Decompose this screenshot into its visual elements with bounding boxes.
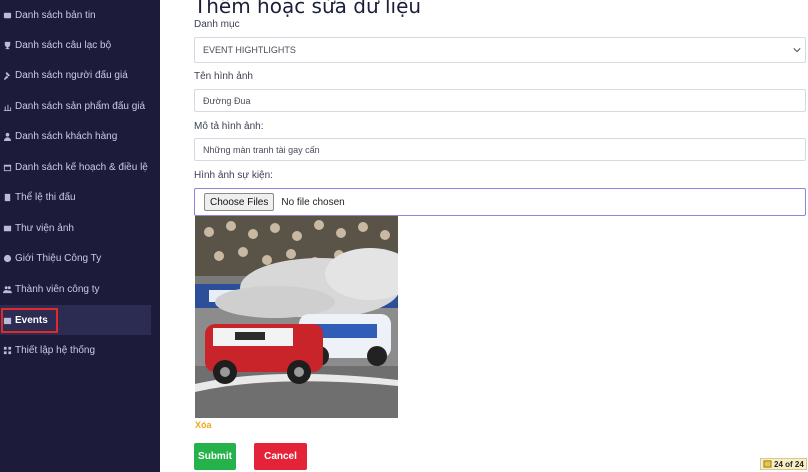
- page-counter-badge: 24 of 24: [760, 458, 807, 470]
- main-content: Thêm hoặc sửa dữ liệu Danh mục EVENT HIG…: [160, 0, 808, 472]
- file-status-text: No file chosen: [281, 196, 345, 208]
- rules-icon: [2, 192, 13, 203]
- info-icon: [2, 253, 13, 264]
- sidebar-item-label: Danh sách sản phẩm đấu giá: [15, 100, 146, 112]
- sidebar-item-label: Giới Thiệu Công Ty: [15, 252, 102, 264]
- sidebar-item-auction-products[interactable]: Danh sách sản phẩm đấu giá: [0, 91, 151, 121]
- calendar-icon: [2, 162, 13, 173]
- sidebar-item-rules[interactable]: Thể lệ thi đấu: [0, 182, 151, 212]
- sidebar-item-news[interactable]: Danh sách bản tin: [0, 0, 151, 30]
- delete-image-link[interactable]: Xóa: [195, 420, 212, 430]
- sidebar: Danh sách bản tin Danh sách câu lạc bộ D…: [0, 0, 160, 472]
- event-icon: [2, 315, 13, 326]
- page-title: Thêm hoặc sửa dữ liệu: [194, 0, 422, 18]
- chevron-down-icon: [793, 48, 801, 53]
- chart-icon: [2, 101, 13, 112]
- sidebar-item-label: Danh sách người đấu giá: [15, 69, 128, 81]
- user-icon: [2, 131, 13, 142]
- sidebar-item-label: Thể lệ thi đấu: [15, 191, 76, 203]
- sidebar-item-events[interactable]: Events: [0, 305, 151, 335]
- sidebar-item-label: Danh sách câu lạc bộ: [15, 39, 112, 51]
- event-image-preview: [195, 216, 398, 418]
- sidebar-item-label: Events: [15, 314, 48, 326]
- cancel-button[interactable]: Cancel: [254, 443, 307, 470]
- description-label: Mô tả hình ảnh:: [194, 121, 264, 132]
- image-name-input[interactable]: Đường Đua: [194, 89, 806, 112]
- gavel-icon: [2, 70, 13, 81]
- choose-files-button[interactable]: Choose Files: [204, 193, 275, 211]
- submit-button[interactable]: Submit: [194, 443, 236, 470]
- sidebar-item-label: Thiết lập hệ thống: [15, 344, 96, 356]
- sidebar-item-settings[interactable]: Thiết lập hệ thống: [0, 335, 151, 365]
- description-input[interactable]: Những màn tranh tài gay cấn: [194, 138, 806, 161]
- sidebar-item-plans[interactable]: Danh sách kế hoạch & điều lệ: [0, 152, 151, 182]
- sidebar-item-label: Danh sách kế hoạch & điều lệ: [15, 161, 148, 173]
- page-icon: [763, 460, 772, 468]
- sidebar-item-label: Danh sách khách hàng: [15, 130, 118, 142]
- category-label: Danh mục: [194, 19, 240, 30]
- event-image-file-input[interactable]: Choose Files No file chosen: [194, 188, 806, 216]
- sidebar-item-about[interactable]: Giới Thiệu Công Ty: [0, 243, 151, 273]
- category-select[interactable]: EVENT HIGHTLIGHTS: [194, 37, 806, 63]
- description-value: Những màn tranh tài gay cấn: [203, 144, 320, 155]
- event-image-label: Hình ảnh sự kiện:: [194, 170, 273, 181]
- sidebar-item-clubs[interactable]: Danh sách câu lạc bộ: [0, 30, 151, 60]
- sidebar-item-bidders[interactable]: Danh sách người đấu giá: [0, 60, 151, 90]
- sidebar-item-members[interactable]: Thành viên công ty: [0, 274, 151, 304]
- settings-icon: [2, 345, 13, 356]
- sidebar-item-customers[interactable]: Danh sách khách hàng: [0, 121, 151, 151]
- users-icon: [2, 284, 13, 295]
- sidebar-item-gallery[interactable]: Thư viện ảnh: [0, 213, 151, 243]
- sidebar-item-label: Danh sách bản tin: [15, 9, 96, 21]
- sidebar-item-label: Thư viện ảnh: [15, 222, 74, 234]
- image-icon: [2, 223, 13, 234]
- image-name-label: Tên hình ảnh: [194, 71, 253, 82]
- newspaper-icon: [2, 10, 13, 21]
- category-value: EVENT HIGHTLIGHTS: [203, 45, 296, 55]
- image-name-value: Đường Đua: [203, 95, 251, 106]
- sidebar-item-label: Thành viên công ty: [15, 283, 100, 295]
- page-counter-text: 24 of 24: [774, 459, 804, 469]
- trophy-icon: [2, 40, 13, 51]
